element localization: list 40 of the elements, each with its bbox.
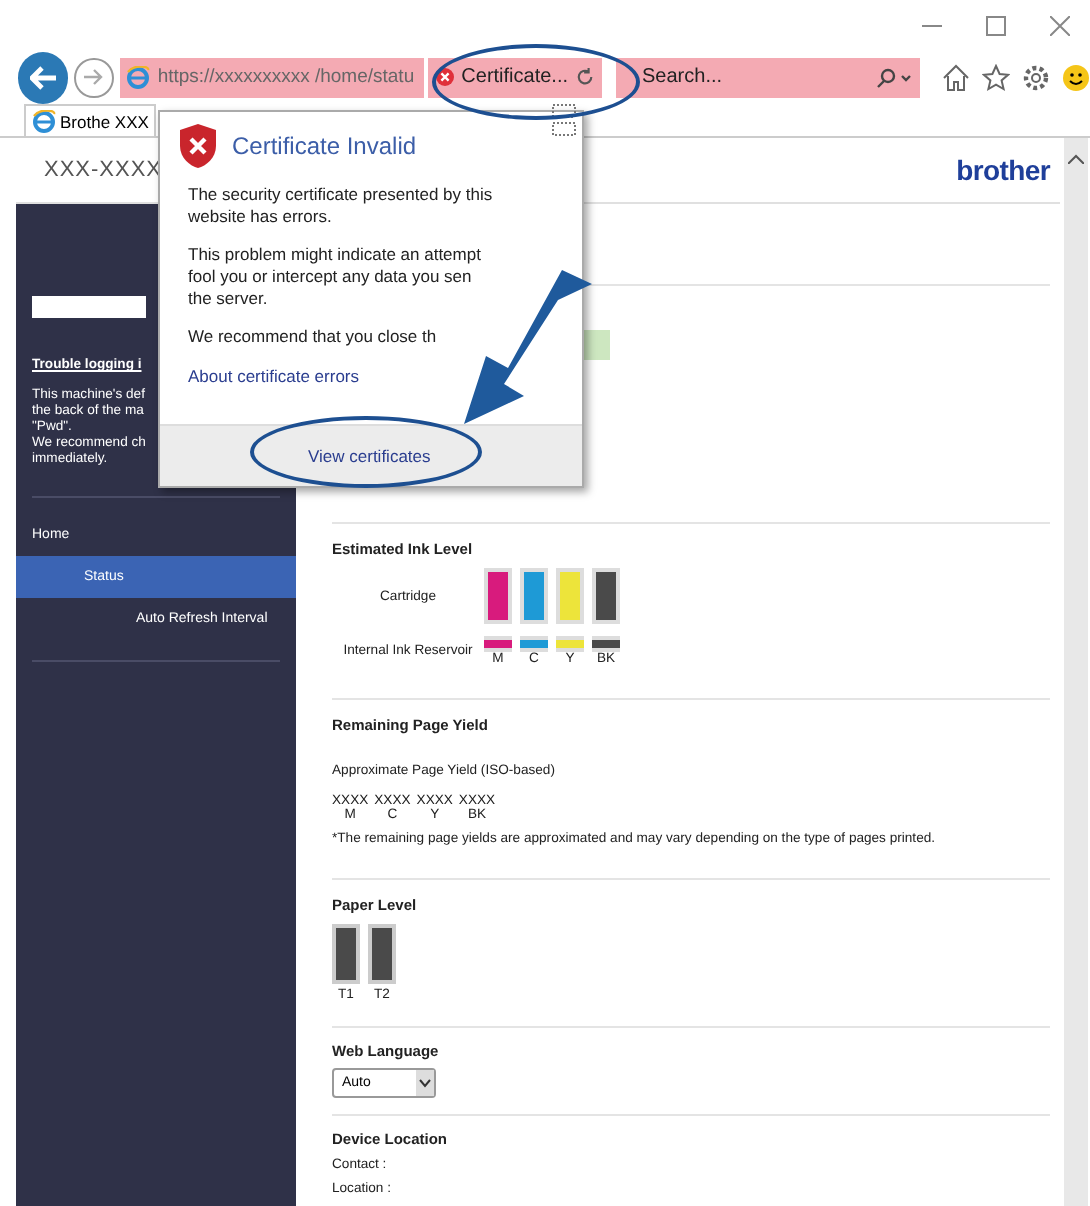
popup-title: Certificate Invalid	[232, 132, 417, 160]
popup-message: The security certificate presented by this website has errors.	[188, 184, 493, 228]
forward-button[interactable]	[74, 57, 114, 97]
ink-cartridge	[592, 568, 620, 624]
browser-logo-icon	[32, 109, 56, 133]
browser-tab[interactable]: Brothe XXX	[24, 104, 157, 136]
right-arrow-icon	[84, 68, 105, 86]
browser-logo-icon	[125, 65, 150, 89]
close-icon[interactable]	[1050, 15, 1070, 35]
model-name: XXX-XXXX	[44, 158, 163, 182]
shield-error-icon	[180, 124, 216, 168]
paper-tray-gauge	[368, 924, 396, 984]
certificate-error-button[interactable]: Certificate...	[427, 57, 603, 97]
search-field[interactable]: Search...	[616, 57, 921, 97]
ink-reservoir	[520, 636, 548, 652]
ink-cartridge	[520, 568, 548, 624]
back-button[interactable]	[18, 51, 69, 103]
settings-icon[interactable]	[1022, 63, 1051, 91]
error-icon	[435, 68, 454, 86]
ink-reservoir	[484, 636, 512, 652]
search-icon[interactable]	[876, 67, 897, 87]
paper-tray-gauge	[332, 924, 360, 984]
ink-cartridge	[556, 568, 584, 624]
brand-logo: brother	[956, 154, 1050, 186]
star-icon[interactable]	[982, 63, 1011, 91]
home-icon[interactable]	[942, 63, 971, 91]
ink-reservoir	[592, 636, 620, 652]
ink-cartridge	[484, 568, 512, 624]
ink-reservoir	[556, 636, 584, 652]
popup-message: We recommend that you close th	[188, 326, 437, 348]
view-certificates-button[interactable]: View certificates	[304, 442, 435, 470]
password-field[interactable]	[32, 296, 146, 318]
certificate-errors-link[interactable]: About certificate errors	[188, 366, 360, 386]
scroll-up-icon[interactable]	[1068, 154, 1084, 164]
dotted-box-icon	[552, 104, 576, 136]
smiley-icon[interactable]	[1062, 63, 1090, 91]
maximize-icon[interactable]	[986, 15, 1006, 35]
popup-message: This problem might indicate an attempt fool you or intercept any data you sen the server.	[188, 244, 481, 310]
refresh-icon	[576, 68, 595, 86]
left-arrow-icon	[29, 65, 58, 89]
